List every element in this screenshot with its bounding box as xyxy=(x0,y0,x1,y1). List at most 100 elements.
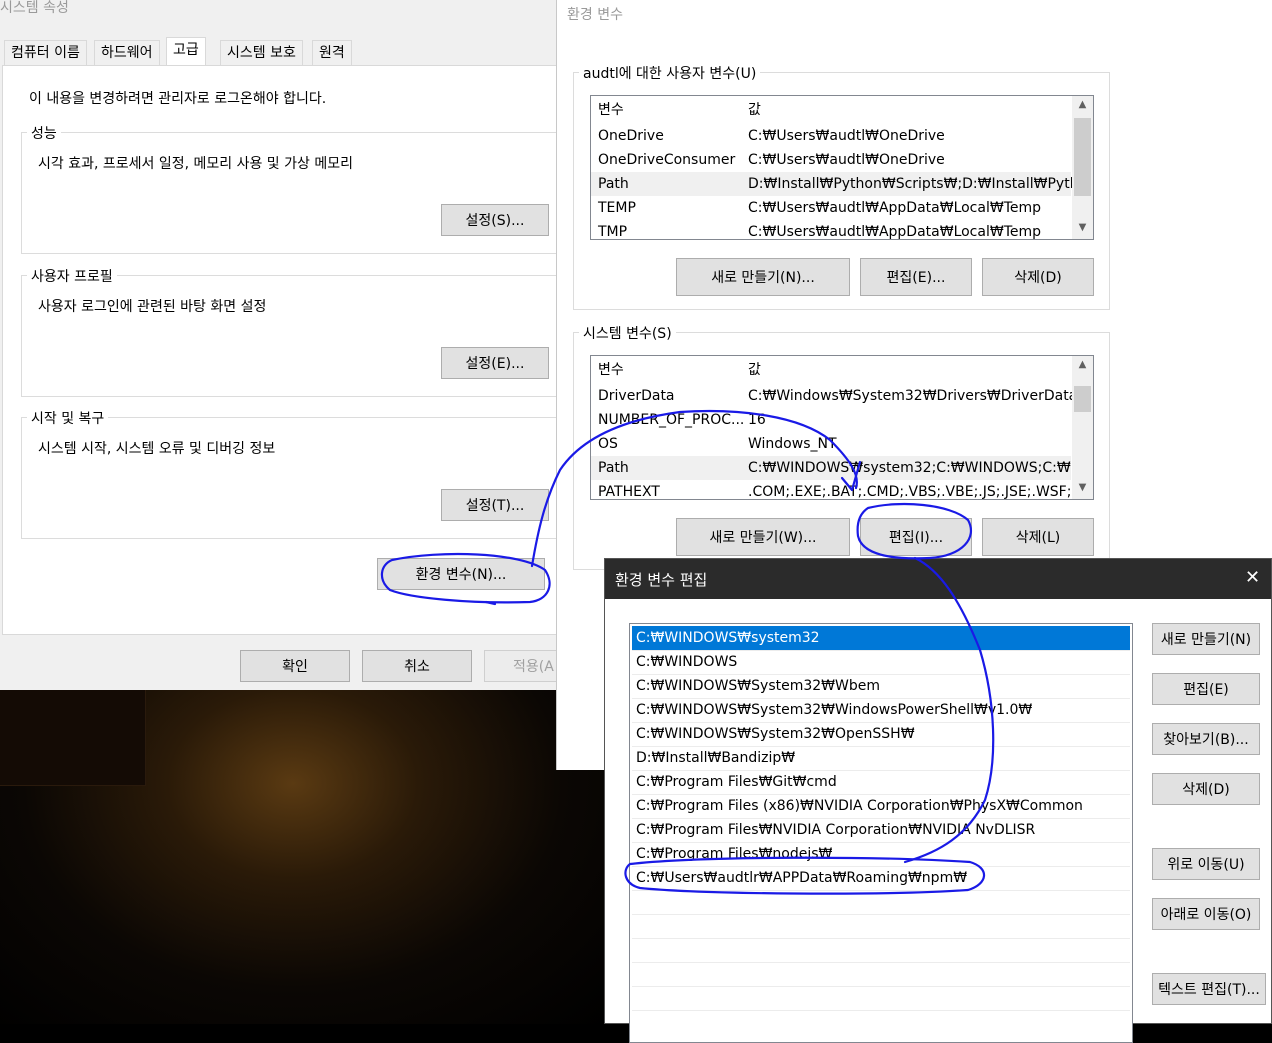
tab-remote[interactable]: 원격 xyxy=(312,40,352,65)
tab-system-protection[interactable]: 시스템 보호 xyxy=(220,40,303,65)
variable-value: .COM;.EXE;.BAT;.CMD;.VBS;.VBE;.JS;.JSE;.… xyxy=(748,484,1085,500)
list-item[interactable]: C:₩WINDOWS xyxy=(632,650,1130,675)
system-new-button[interactable]: 새로 만들기(W)... xyxy=(676,518,850,556)
table-row[interactable]: OS Windows_NT xyxy=(591,432,1071,456)
entry-edit-button[interactable]: 편집(E) xyxy=(1152,673,1260,705)
user-profile-settings-button[interactable]: 설정(E)... xyxy=(441,347,549,379)
list-header[interactable]: 변수 값 xyxy=(591,358,1071,382)
column-header-variable[interactable]: 변수 xyxy=(598,358,624,382)
environment-variables-button[interactable]: 환경 변수(N)... xyxy=(377,558,545,590)
system-list-scrollbar[interactable]: ▲ ▼ xyxy=(1072,356,1093,499)
list-item[interactable]: C:₩WINDOWS₩System32₩OpenSSH₩ xyxy=(632,722,1130,747)
edit-env-variable-dialog: 환경 변수 편집 ✕ C:₩WINDOWS₩system32 C:₩WINDOW… xyxy=(604,558,1272,1043)
variable-value: C:₩WINDOWS₩system32;C:₩WINDOWS;C:₩... xyxy=(748,460,1085,476)
column-header-variable[interactable]: 변수 xyxy=(598,98,624,122)
list-item[interactable]: C:₩Program Files₩nodejs₩ xyxy=(632,842,1130,867)
user-new-button[interactable]: 새로 만들기(N)... xyxy=(676,258,850,296)
entry-delete-button[interactable]: 삭제(D) xyxy=(1152,773,1260,805)
path-entries-list[interactable]: C:₩WINDOWS₩system32 C:₩WINDOWS C:₩WINDOW… xyxy=(629,623,1133,1043)
scroll-down-icon[interactable]: ▼ xyxy=(1074,482,1091,493)
entry-new-button[interactable]: 새로 만들기(N) xyxy=(1152,623,1260,655)
variable-name: OneDriveConsumer xyxy=(598,152,736,168)
list-item[interactable]: C:₩Users₩audtlr₩APPData₩Roaming₩npm₩ xyxy=(632,866,1130,891)
user-edit-button[interactable]: 편집(E)... xyxy=(860,258,972,296)
empty-list-item[interactable] xyxy=(632,938,1130,963)
tab-computer-name[interactable]: 컴퓨터 이름 xyxy=(4,40,87,65)
list-item[interactable]: C:₩WINDOWS₩system32 xyxy=(632,626,1130,651)
empty-list-item[interactable] xyxy=(632,890,1130,915)
variable-name: Path xyxy=(598,176,629,192)
list-item[interactable]: C:₩WINDOWS₩System32₩Wbem xyxy=(632,674,1130,699)
column-header-value[interactable]: 값 xyxy=(748,358,761,382)
env-window-title: 환경 변수 xyxy=(567,7,623,23)
dialog-titlebar: 환경 변수 편집 ✕ xyxy=(605,559,1271,599)
tab-hardware[interactable]: 하드웨어 xyxy=(94,40,160,65)
admin-notice: 이 내용을 변경하려면 관리자로 로그온해야 합니다. xyxy=(29,91,327,107)
background-dark-panel xyxy=(0,690,146,786)
table-row[interactable]: NUMBER_OF_PROC... 16 xyxy=(591,408,1071,432)
system-properties-window: 시스템 속성 컴퓨터 이름 하드웨어 고급 시스템 보호 원격 이 내용을 변경… xyxy=(0,0,561,690)
scroll-thumb[interactable] xyxy=(1074,118,1091,196)
table-row[interactable]: OneDriveConsumer C:₩Users₩audtl₩OneDrive xyxy=(591,148,1071,172)
table-row[interactable]: PATHEXT .COM;.EXE;.BAT;.CMD;.VBS;.VBE;.J… xyxy=(591,480,1085,499)
user-profile-desc: 사용자 로그인에 관련된 바탕 화면 설정 xyxy=(38,299,267,315)
system-variables-list[interactable]: 변수 값 DriverData C:₩Windows₩System32₩Driv… xyxy=(590,355,1094,500)
startup-recovery-title: 시작 및 복구 xyxy=(27,408,109,428)
apply-button[interactable]: 적용(A xyxy=(484,650,560,682)
variable-value: D:₩Install₩Python₩Scripts₩;D:₩Install₩Py… xyxy=(748,176,1094,192)
table-row[interactable]: Path D:₩Install₩Python₩Scripts₩;D:₩Insta… xyxy=(591,172,1093,196)
system-edit-button[interactable]: 편집(I)... xyxy=(860,518,972,556)
user-variables-list[interactable]: 변수 값 OneDrive C:₩Users₩audtl₩OneDrive On… xyxy=(590,95,1094,240)
performance-desc: 시각 효과, 프로세서 일정, 메모리 사용 및 가상 메모리 xyxy=(38,156,353,172)
table-row[interactable]: DriverData C:₩Windows₩System32₩Drivers₩D… xyxy=(591,384,1077,408)
user-delete-button[interactable]: 삭제(D) xyxy=(982,258,1094,296)
scroll-up-icon[interactable]: ▲ xyxy=(1074,99,1091,110)
table-row[interactable]: OneDrive C:₩Users₩audtl₩OneDrive xyxy=(591,124,1071,148)
tab-advanced[interactable]: 고급 xyxy=(166,37,206,66)
scroll-up-icon[interactable]: ▲ xyxy=(1074,359,1091,370)
user-profile-title: 사용자 프로필 xyxy=(27,266,117,286)
table-row[interactable]: Path C:₩WINDOWS₩system32;C:₩WINDOWS;C:₩.… xyxy=(591,456,1084,480)
advanced-tab-page: 이 내용을 변경하려면 관리자로 로그온해야 합니다. 성능 시각 효과, 프로… xyxy=(2,65,561,635)
move-down-button[interactable]: 아래로 이동(O) xyxy=(1152,898,1260,930)
list-item[interactable]: C:₩WINDOWS₩System32₩WindowsPowerShell₩v1… xyxy=(632,698,1130,723)
scroll-thumb[interactable] xyxy=(1074,386,1091,412)
text-edit-button[interactable]: 텍스트 편집(T)... xyxy=(1152,973,1266,1005)
variable-name: NUMBER_OF_PROC... xyxy=(598,412,745,428)
empty-list-item[interactable] xyxy=(632,914,1130,939)
variable-name: OS xyxy=(598,436,618,452)
variable-value: C:₩Windows₩System32₩Drivers₩DriverData xyxy=(748,388,1078,404)
variable-name: DriverData xyxy=(598,388,675,404)
list-item[interactable]: D:₩Install₩Bandizip₩ xyxy=(632,746,1130,771)
browse-button[interactable]: 찾아보기(B)... xyxy=(1152,723,1260,755)
startup-recovery-desc: 시스템 시작, 시스템 오류 및 디버깅 정보 xyxy=(38,441,276,457)
variable-value: C:₩Users₩audtl₩AppData₩Local₩Temp xyxy=(748,224,1042,240)
variable-value: C:₩Users₩audtl₩AppData₩Local₩Temp xyxy=(748,200,1042,216)
ok-button[interactable]: 확인 xyxy=(240,650,350,682)
variable-value: Windows_NT xyxy=(748,436,837,452)
system-variables-title: 시스템 변수(S) xyxy=(579,323,676,343)
list-item[interactable]: C:₩Program Files₩Git₩cmd xyxy=(632,770,1130,795)
close-icon[interactable]: ✕ xyxy=(1245,567,1260,588)
cancel-button[interactable]: 취소 xyxy=(362,650,472,682)
scroll-down-icon[interactable]: ▼ xyxy=(1074,222,1091,233)
list-item[interactable]: C:₩Program Files (x86)₩NVIDIA Corporatio… xyxy=(632,794,1130,819)
table-row[interactable]: TMP C:₩Users₩audtl₩AppData₩Local₩Temp xyxy=(591,220,1071,240)
performance-settings-button[interactable]: 설정(S)... xyxy=(441,204,549,236)
user-list-scrollbar[interactable]: ▲ ▼ xyxy=(1072,96,1093,239)
performance-title: 성능 xyxy=(27,123,61,143)
column-header-value[interactable]: 값 xyxy=(748,98,761,122)
list-item[interactable]: C:₩Program Files₩NVIDIA Corporation₩NVID… xyxy=(632,818,1130,843)
variable-name: Path xyxy=(598,460,629,476)
startup-recovery-settings-button[interactable]: 설정(T)... xyxy=(441,489,549,521)
table-row[interactable]: TEMP C:₩Users₩audtl₩AppData₩Local₩Temp xyxy=(591,196,1071,220)
user-variables-title: audtl에 대한 사용자 변수(U) xyxy=(579,63,761,83)
variable-name: TMP xyxy=(598,224,628,240)
variable-value: C:₩Users₩audtl₩OneDrive xyxy=(748,152,945,168)
system-delete-button[interactable]: 삭제(L) xyxy=(982,518,1094,556)
move-up-button[interactable]: 위로 이동(U) xyxy=(1152,848,1260,880)
empty-list-item[interactable] xyxy=(632,986,1130,1011)
empty-list-item[interactable] xyxy=(632,962,1130,987)
variable-name: OneDrive xyxy=(598,128,664,144)
list-header[interactable]: 변수 값 xyxy=(591,98,1071,122)
